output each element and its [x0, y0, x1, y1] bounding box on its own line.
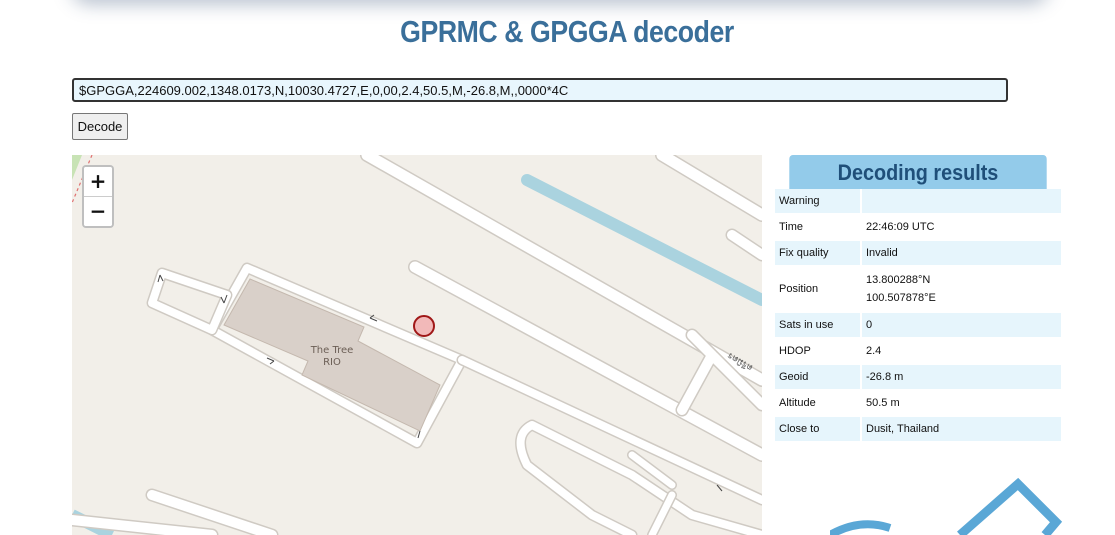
building-label: The Tree	[310, 345, 354, 356]
park-corner	[72, 155, 82, 180]
map-tiles: The Tree RIO ตรีมิตร	[72, 155, 762, 535]
result-label: Sats in use	[775, 312, 862, 339]
results-table: Warning Time 22:46:09 UTC Fix quality In…	[775, 189, 1061, 443]
results-panel: Decoding results Warning Time 22:46:09 U…	[775, 155, 1061, 443]
result-value: 22:46:09 UTC	[861, 214, 1061, 241]
zoom-in-button[interactable]: +	[84, 167, 112, 197]
result-row-time: Time 22:46:09 UTC	[775, 214, 1061, 241]
satellite-logo-icon	[830, 477, 1063, 535]
latitude-value: 13.800288°N	[866, 274, 931, 286]
result-label: Fix quality	[775, 240, 862, 267]
result-row-hdop: HDOP 2.4	[775, 338, 1061, 365]
result-value: 0	[861, 312, 1061, 339]
result-value: Dusit, Thailand	[861, 416, 1061, 443]
map[interactable]: The Tree RIO ตรีมิตร + −	[72, 155, 762, 535]
result-value: 13.800288°N 100.507878°E	[861, 266, 1061, 313]
result-label: Time	[775, 214, 862, 241]
result-label: Geoid	[775, 364, 862, 391]
zoom-out-button[interactable]: −	[84, 197, 112, 226]
zoom-control: + −	[82, 165, 114, 228]
result-label: Altitude	[775, 390, 862, 417]
result-row-close-to: Close to Dusit, Thailand	[775, 416, 1061, 443]
results-title: Decoding results	[789, 155, 1047, 189]
result-label: Warning	[775, 189, 862, 215]
nmea-sentence-input[interactable]	[72, 78, 1008, 102]
result-value: Invalid	[861, 240, 1061, 267]
result-label: HDOP	[775, 338, 862, 365]
page-title: GPRMC & GPGGA decoder	[400, 14, 734, 49]
result-row-altitude: Altitude 50.5 m	[775, 390, 1061, 417]
longitude-value: 100.507878°E	[866, 292, 936, 304]
result-label: Close to	[775, 416, 862, 443]
result-row-geoid: Geoid -26.8 m	[775, 364, 1061, 391]
result-row-sats: Sats in use 0	[775, 312, 1061, 339]
result-row-position: Position 13.800288°N 100.507878°E	[775, 266, 1061, 313]
result-label: Position	[775, 266, 862, 313]
building-label: RIO	[323, 357, 341, 368]
result-value: -26.8 m	[861, 364, 1061, 391]
location-marker-icon[interactable]	[413, 315, 435, 337]
result-row-fix-quality: Fix quality Invalid	[775, 240, 1061, 267]
result-value: 2.4	[861, 338, 1061, 365]
result-value: 50.5 m	[861, 390, 1061, 417]
result-value	[861, 189, 1061, 215]
decode-button[interactable]: Decode	[72, 113, 128, 140]
result-row-warning: Warning	[775, 189, 1061, 215]
